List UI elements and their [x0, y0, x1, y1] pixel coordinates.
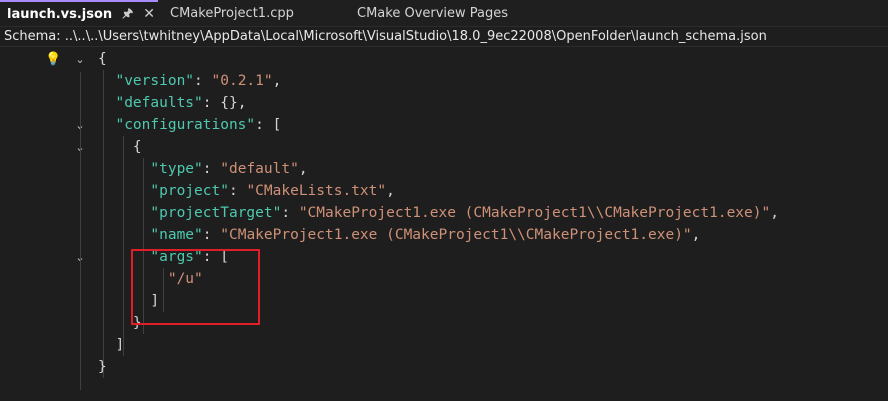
brace: { [132, 139, 142, 155]
code-line: { [98, 48, 107, 70]
lightbulb-icon[interactable]: 💡 [45, 52, 61, 67]
json-string: "CMakeLists.txt" [246, 183, 387, 199]
code-line: ] [98, 334, 124, 356]
close-icon[interactable]: ✕ [143, 6, 155, 22]
json-key: "name" [150, 227, 203, 243]
json-key: "configurations" [115, 117, 256, 133]
tab-bar: launch.vs.json 🖈 ✕ CMakeProject1.cpp CMa… [0, 0, 888, 27]
schema-bar: Schema: ..\..\..\Users\twhitney\AppData\… [0, 27, 888, 47]
schema-path: Schema: ..\..\..\Users\twhitney\AppData\… [4, 29, 767, 44]
code-line: "type": "default", [150, 161, 308, 177]
tab-cmakeproject1-cpp[interactable]: CMakeProject1.cpp [170, 0, 294, 26]
code-editor[interactable]: 💡 ⌄ ⌄ ⌄ ⌄ { "version": "0.2.1", "default… [0, 48, 888, 401]
code-line: { [98, 136, 142, 158]
code-line: "defaults": {}, [115, 95, 247, 111]
json-object: {} [220, 95, 238, 111]
tab-label: launch.vs.json [7, 6, 113, 22]
fold-guide [80, 72, 81, 390]
json-key: "projectTarget" [150, 205, 282, 221]
brace: { [98, 51, 107, 67]
json-key: "version" [115, 73, 195, 89]
code-line: } [98, 356, 107, 378]
editor-gutter: 💡 ⌄ ⌄ ⌄ ⌄ [0, 48, 92, 401]
code-line: "version": "0.2.1", [115, 73, 282, 89]
bracket: ] [115, 337, 125, 353]
args-highlight-box [131, 249, 260, 325]
json-string: "default" [220, 161, 299, 177]
code-line: "projectTarget": "CMakeProject1.exe (CMa… [150, 205, 779, 221]
json-key: "project" [150, 183, 229, 199]
brace: } [98, 359, 107, 375]
code-line: "name": "CMakeProject1.exe (CMakeProject… [150, 227, 701, 243]
tab-label: CMake Overview Pages [357, 5, 509, 21]
json-string: "CMakeProject1.exe (CMakeProject1\\CMake… [298, 205, 771, 221]
tab-launch-vs-json[interactable]: launch.vs.json 🖈 ✕ [0, 0, 158, 26]
tab-label: CMakeProject1.cpp [170, 5, 294, 21]
code-line: "project": "CMakeLists.txt", [150, 183, 395, 199]
json-string: "CMakeProject1.exe (CMakeProject1\\CMake… [220, 227, 692, 243]
json-key: "defaults" [115, 95, 203, 111]
fold-chevron-icon[interactable]: ⌄ [74, 54, 86, 66]
tab-cmake-overview-pages[interactable]: CMake Overview Pages [357, 0, 508, 26]
json-key: "type" [150, 161, 203, 177]
code-line: "configurations": [ [115, 117, 282, 133]
json-string: "0.2.1" [211, 73, 273, 89]
pin-icon[interactable]: 🖈 [122, 4, 133, 25]
